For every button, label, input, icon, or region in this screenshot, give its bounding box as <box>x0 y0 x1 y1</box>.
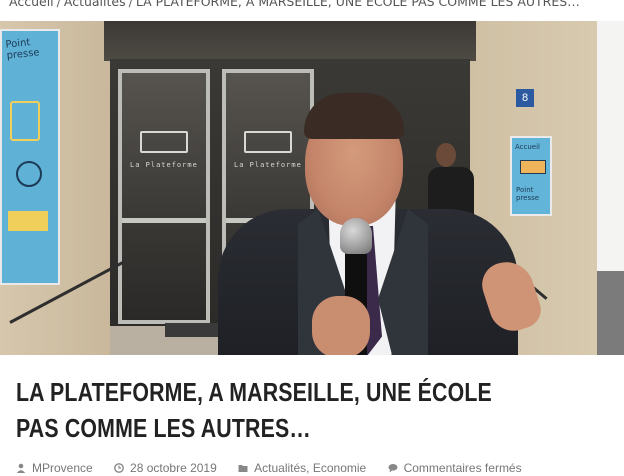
post-date: 28 octobre 2019 <box>130 461 217 475</box>
door-bar <box>122 218 206 223</box>
microphone-head <box>340 218 372 254</box>
category-separator: , <box>306 461 310 475</box>
door-logo-icon <box>244 131 292 153</box>
poster-right-arrow-text: Point presse <box>516 186 540 202</box>
hero-image[interactable]: La Plateforme La Plateforme Point presse… <box>0 21 624 355</box>
meta-comments: Commentaires fermés <box>388 461 522 475</box>
clock-icon <box>114 463 124 473</box>
door-sign-text: La Plateforme <box>130 161 198 169</box>
poster-illustration-icon <box>8 211 48 231</box>
door-logo-icon <box>140 131 188 153</box>
speaker-hand-left <box>312 296 370 355</box>
poster-right: Accueil Point presse <box>510 136 552 216</box>
meta-author: MProvence <box>16 461 93 475</box>
user-icon <box>16 463 26 473</box>
comments-status: Commentaires fermés <box>403 461 522 475</box>
comment-icon <box>388 464 398 473</box>
breadcrumb-separator: / <box>56 0 61 9</box>
breadcrumb-separator: / <box>128 0 133 9</box>
poster-left-title: Point presse <box>4 37 41 62</box>
category-link-actualites[interactable]: Actualités <box>254 461 306 475</box>
meta-categories: Actualités, Economie <box>238 461 366 475</box>
breadcrumb-news-link[interactable]: Actualités <box>64 0 126 9</box>
breadcrumb-current: LA PLATEFORME, A MARSEILLE, UNE ÉCOLE PA… <box>135 0 580 9</box>
meta-date: 28 octobre 2019 <box>114 461 217 475</box>
street <box>597 271 624 355</box>
door-sign-text: La Plateforme <box>234 161 302 169</box>
breadcrumb: Accueil / Actualités / LA PLATEFORME, A MARS… <box>0 0 624 16</box>
poster-right-title: Accueil <box>515 143 540 151</box>
poster-left: Point presse <box>0 29 60 285</box>
board-icon <box>520 160 546 174</box>
door-lintel <box>104 21 476 61</box>
breadcrumb-home-link[interactable]: Accueil <box>9 0 54 9</box>
post-meta: MProvence 28 octobre 2019 Actualités, Ec… <box>16 461 540 476</box>
poster-illustration-icon <box>16 161 42 187</box>
category-link-economie[interactable]: Economie <box>313 461 366 475</box>
author-link[interactable]: MProvence <box>32 461 93 475</box>
glass-door-left: La Plateforme <box>118 69 210 324</box>
sky <box>597 21 624 271</box>
background-person-head <box>436 143 456 167</box>
poster-illustration-icon <box>10 101 40 141</box>
street-number-plate: 8 <box>516 89 534 107</box>
article-title: LA PLATEFORME, A MARSEILLE, UNE ÉCOLE PA… <box>16 377 492 443</box>
folder-icon <box>238 465 248 472</box>
